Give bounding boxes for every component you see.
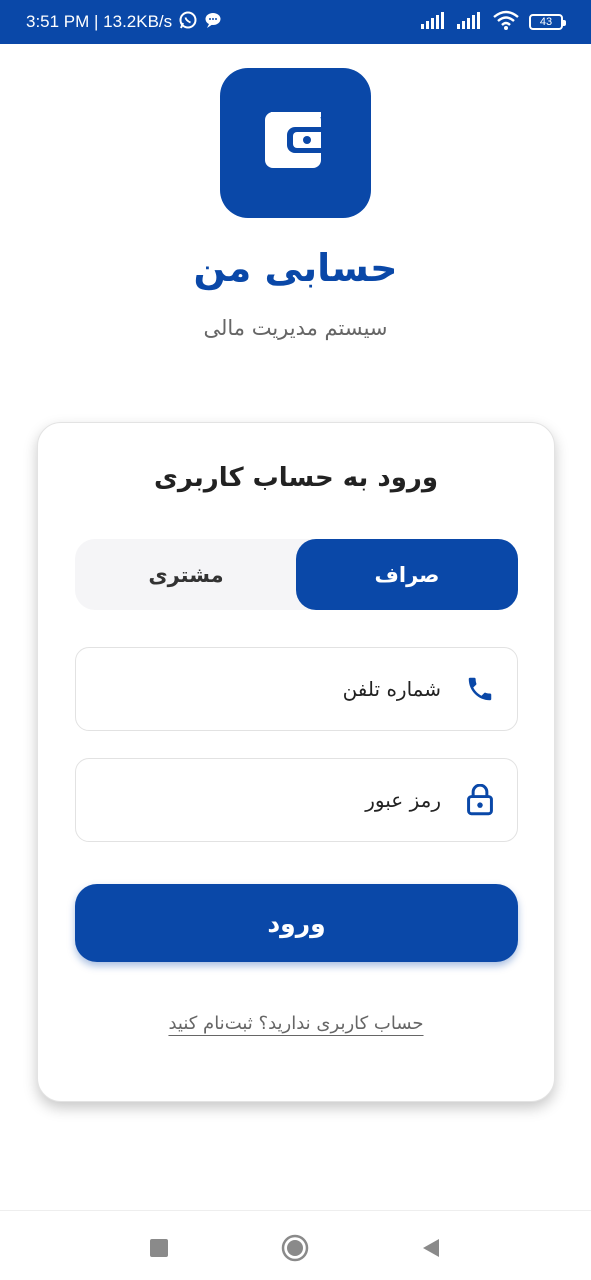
app-title: حسابی من [193,246,398,290]
tab-exchanger[interactable]: صراف [296,539,518,610]
system-nav-bar [0,1210,591,1280]
back-button[interactable] [416,1233,446,1263]
back-icon [423,1239,439,1257]
login-button[interactable]: ورود [75,884,518,962]
wallet-icon [264,112,327,174]
battery-indicator: 43 [529,14,566,30]
phone-field[interactable] [75,647,518,731]
login-screen: 3:51 PM | 13.2KB/s 43 حسابی من سیستم مدی… [0,0,591,1280]
recents-button[interactable] [144,1233,174,1263]
signal-icon [421,11,447,33]
status-time-speed: 3:51 PM | 13.2KB/s [26,12,173,31]
phone-input[interactable] [101,668,441,710]
status-left: 3:51 PM | 13.2KB/s [26,10,222,35]
tab-customer[interactable]: مشتری [75,539,297,610]
recents-icon [150,1239,168,1257]
home-button[interactable] [280,1233,310,1263]
password-field[interactable] [75,758,518,842]
phone-icon [463,672,497,706]
app-logo [220,68,371,218]
register-link-container: حساب کاربری ندارید؟ ثبت‌نام کنید [38,1013,554,1034]
lock-icon [463,783,497,817]
chat-bubble-icon [204,11,222,34]
status-bar: 3:51 PM | 13.2KB/s 43 [0,0,591,44]
signal-icon-2 [457,11,483,33]
wifi-icon [493,10,519,34]
register-link[interactable]: حساب کاربری ندارید؟ ثبت‌نام کنید [168,1013,423,1034]
card-title: ورود به حساب کاربری [153,463,439,493]
login-card: ورود به حساب کاربری صراف مشتری ورود حساب… [37,422,555,1102]
status-right: 43 [421,10,566,34]
user-type-toggle: صراف مشتری [75,539,518,610]
whatsapp-icon [178,10,198,35]
password-input[interactable] [101,779,441,821]
home-icon [281,1234,309,1262]
app-subtitle: سیستم مدیریت مالی [203,316,388,340]
